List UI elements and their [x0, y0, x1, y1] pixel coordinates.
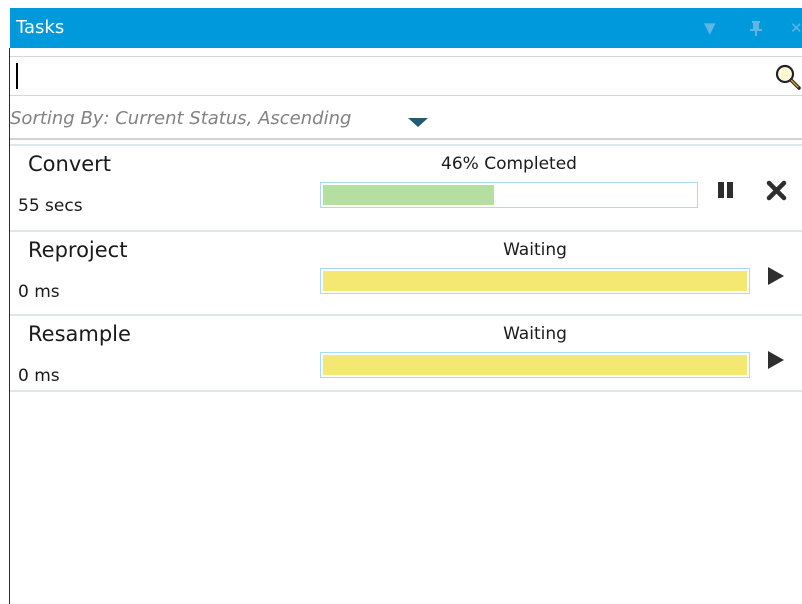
panel-titlebar: Tasks ▼ ✕ — [10, 8, 802, 48]
search-icon[interactable] — [774, 63, 802, 91]
pin-icon[interactable] — [748, 20, 764, 39]
progress-bar-fill — [323, 271, 747, 291]
task-row: Reproject 0 ms Waiting — [10, 230, 802, 314]
chevron-down-icon[interactable] — [408, 118, 428, 127]
task-status: Waiting — [503, 324, 567, 344]
close-icon[interactable]: ✕ — [790, 20, 802, 36]
task-row: Convert 55 secs 46% Completed — [10, 144, 802, 228]
search-input[interactable] — [16, 61, 766, 91]
sort-bar[interactable]: Sorting By: Current Status, Ascending — [10, 104, 802, 140]
play-icon[interactable] — [764, 262, 790, 290]
task-status: 46% Completed — [441, 154, 577, 174]
progress-bar — [320, 352, 750, 378]
task-name: Convert — [28, 152, 112, 176]
sort-label: Sorting By: Current Status, Ascending — [10, 108, 352, 129]
progress-bar-fill — [323, 185, 494, 205]
panel-title: Tasks — [16, 17, 65, 38]
task-name: Resample — [28, 322, 131, 346]
list-bottom-divider — [10, 390, 802, 392]
play-icon[interactable] — [764, 346, 790, 374]
search-bar — [10, 56, 802, 96]
progress-bar — [320, 182, 698, 208]
progress-bar-fill — [323, 355, 747, 375]
pause-icon[interactable] — [714, 176, 740, 204]
task-row: Resample 0 ms Waiting — [10, 314, 802, 398]
text-caret — [16, 63, 18, 89]
task-elapsed-time: 0 ms — [18, 282, 60, 302]
progress-bar — [320, 268, 750, 294]
task-elapsed-time: 55 secs — [18, 196, 83, 216]
task-elapsed-time: 0 ms — [18, 366, 60, 386]
task-status: Waiting — [503, 240, 567, 260]
dropdown-arrow-icon[interactable]: ▼ — [704, 20, 716, 36]
tasks-panel: Tasks ▼ ✕ Sorting By: Current Status, As — [0, 0, 802, 604]
task-name: Reproject — [28, 238, 128, 262]
close-icon[interactable] — [765, 176, 791, 204]
